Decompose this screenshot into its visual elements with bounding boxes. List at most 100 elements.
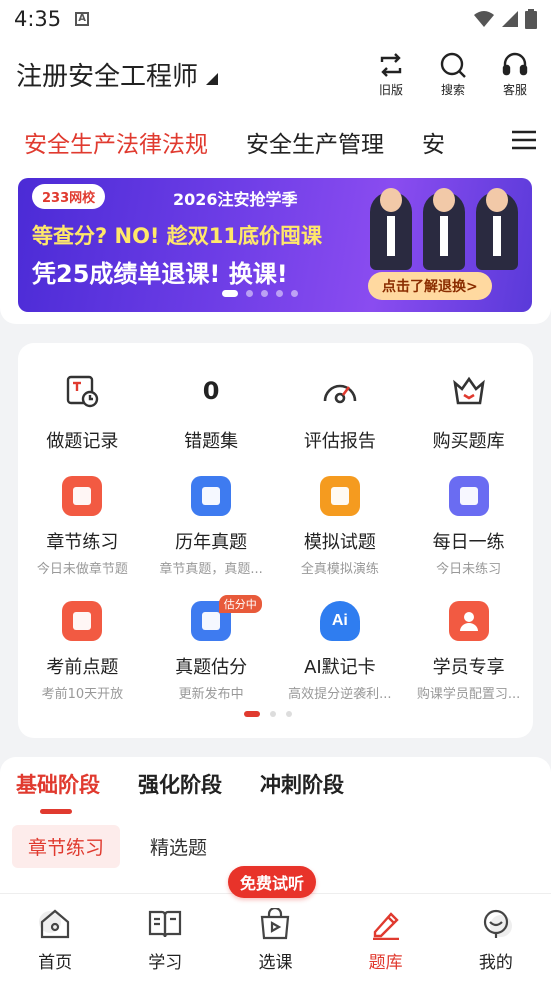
active-tab-indicator [40, 809, 72, 814]
wrong-questions-button[interactable]: 0 错题集 [147, 371, 276, 453]
nav-question-bank-label: 题库 [368, 953, 403, 973]
home-icon [39, 909, 70, 939]
chip-chapter-practice[interactable]: 章节练习 [12, 825, 121, 868]
wrong-questions-label: 错题集 [184, 431, 239, 452]
assessment-report-icon [323, 384, 357, 404]
pagination-dot [270, 711, 276, 717]
tab-safety-technology-partial[interactable]: 安 [422, 125, 445, 159]
stage-tabs: 基础阶段 强化阶段 冲刺阶段 [16, 769, 344, 799]
hamburger-menu-icon[interactable] [511, 128, 537, 152]
nav-profile[interactable]: 我的 [441, 894, 551, 981]
pre-exam-tips-icon [62, 601, 103, 641]
app-header: 注册安全工程师 旧版 搜索 客服 [0, 38, 551, 110]
student-exclusive-icon [448, 601, 489, 641]
nav-home-label: 首页 [38, 953, 73, 973]
old-version-label: 旧版 [378, 82, 403, 97]
profile-icon [483, 909, 512, 938]
status-icons [473, 9, 537, 29]
tab-safety-management[interactable]: 安全生产管理 [246, 125, 384, 159]
bottom-navigation: 首页 学习 选课 题库 我的 [0, 893, 551, 981]
daily-practice-button[interactable]: 每日一练 今日未练习 [404, 476, 533, 577]
assessment-report-button[interactable]: 评估报告 [276, 371, 405, 453]
chip-selected-questions[interactable]: 精选题 [134, 825, 223, 868]
features-card: 做题记录 0 错题集 评估报告 购买题库 章节练习 今日未做章节题 历年真题 章… [18, 343, 533, 738]
banner-season: 2026注安抢学季 [173, 190, 298, 209]
search-button[interactable]: 搜索 [433, 51, 473, 98]
assessment-report-label: 评估报告 [303, 431, 376, 452]
tab-basic-stage[interactable]: 基础阶段 [16, 769, 100, 799]
student-exclusive-label: 学员专享 [432, 657, 505, 678]
wifi-icon [474, 11, 494, 27]
student-exclusive-subtitle: 购课学员配置习... [416, 687, 521, 702]
pagination-dot [222, 290, 238, 297]
caret-down-icon [206, 73, 219, 85]
mock-test-icon [319, 476, 360, 516]
nav-courses[interactable]: 选课 [220, 894, 330, 981]
free-trial-tag[interactable]: 免费试听 [228, 866, 317, 898]
promo-banner[interactable]: 233网校 2026注安抢学季 等查分? NO! 趁双11底价囤课 凭25成绩单… [18, 178, 532, 312]
exam-selector[interactable]: 注册安全工程师 [16, 56, 219, 93]
battery-icon [525, 9, 537, 29]
pagination-dot [276, 290, 283, 297]
pagination-dot [246, 290, 253, 297]
pre-exam-tips-label: 考前点题 [46, 657, 119, 678]
banner-headline: 等查分? NO! 趁双11底价囤课 [32, 224, 323, 248]
brand-logo: 233网校 [32, 184, 106, 209]
nav-courses-label: 选课 [258, 953, 293, 973]
practice-sub-tabs: 章节练习 精选题 [12, 825, 223, 868]
headset-icon [502, 52, 528, 75]
nav-study[interactable]: 学习 [110, 894, 220, 981]
search-label: 搜索 [440, 82, 465, 97]
daily-practice-icon [448, 476, 489, 516]
tab-intensive-stage[interactable]: 强化阶段 [138, 769, 222, 799]
banner-pagination [222, 290, 298, 297]
score-estimate-label: 真题估分 [175, 657, 248, 678]
mock-test-subtitle: 全真模拟演练 [300, 562, 379, 577]
search-icon [440, 52, 466, 78]
notification-a-icon: A [75, 12, 90, 26]
past-exams-subtitle: 章节真题，真题... [159, 562, 263, 577]
header-actions: 旧版 搜索 客服 [371, 51, 535, 98]
features-pagination [244, 711, 292, 717]
pagination-dot [291, 290, 298, 297]
mock-test-label: 模拟试题 [303, 532, 376, 553]
status-time: 4:35 [14, 7, 62, 31]
switch-version-icon [380, 52, 402, 77]
banner-section: 233网校 2026注安抢学季 等查分? NO! 趁双11底价囤课 凭25成绩单… [0, 174, 551, 324]
quick-stats-row: 做题记录 0 错题集 评估报告 购买题库 [18, 371, 533, 453]
ai-flashcard-label: AI默记卡 [304, 657, 376, 678]
chapter-practice-label: 章节练习 [46, 532, 119, 553]
buy-question-bank-button[interactable]: 购买题库 [404, 371, 533, 453]
tab-law-regulations[interactable]: 安全生产法律法规 [24, 125, 208, 159]
nav-profile-label: 我的 [478, 953, 513, 973]
past-exams-icon [191, 476, 232, 516]
features-row-1: 章节练习 今日未做章节题 历年真题 章节真题，真题... 模拟试题 全真模拟演练… [18, 476, 533, 577]
chapter-practice-button[interactable]: 章节练习 今日未做章节题 [18, 476, 147, 577]
customer-service-button[interactable]: 客服 [495, 51, 535, 98]
study-book-icon [149, 910, 182, 938]
practice-record-button[interactable]: 做题记录 [18, 371, 147, 453]
course-bag-icon [261, 908, 290, 940]
nav-home[interactable]: 首页 [0, 894, 110, 981]
banner-cta-button[interactable]: 点击了解退换> [368, 272, 492, 300]
pagination-dot [261, 290, 268, 297]
ai-flashcard-subtitle: 高效提分逆袭利... [288, 687, 392, 702]
pre-exam-tips-button[interactable]: 考前点题 考前10天开放 [18, 601, 147, 702]
pre-exam-tips-subtitle: 考前10天开放 [41, 687, 124, 702]
tab-sprint-stage[interactable]: 冲刺阶段 [260, 769, 344, 799]
chapter-practice-icon [62, 476, 103, 516]
chapter-practice-subtitle: 今日未做章节题 [36, 562, 128, 577]
practice-record-label: 做题记录 [46, 431, 119, 452]
ai-flashcard-button[interactable]: Ai AI默记卡 高效提分逆袭利... [276, 601, 405, 702]
nav-question-bank[interactable]: 题库 [331, 894, 441, 981]
score-estimate-button[interactable]: 估分中 真题估分 更新发布中 [147, 595, 276, 702]
customer-service-label: 客服 [502, 82, 527, 97]
old-version-button[interactable]: 旧版 [371, 51, 411, 98]
teacher-image [423, 188, 465, 270]
score-estimate-badge: 估分中 [218, 595, 262, 613]
student-exclusive-button[interactable]: 学员专享 购课学员配置习... [404, 601, 533, 702]
mock-test-button[interactable]: 模拟试题 全真模拟演练 [276, 476, 405, 577]
score-estimate-subtitle: 更新发布中 [178, 687, 244, 702]
past-exams-button[interactable]: 历年真题 章节真题，真题... [147, 476, 276, 577]
buy-question-bank-icon [452, 376, 485, 405]
